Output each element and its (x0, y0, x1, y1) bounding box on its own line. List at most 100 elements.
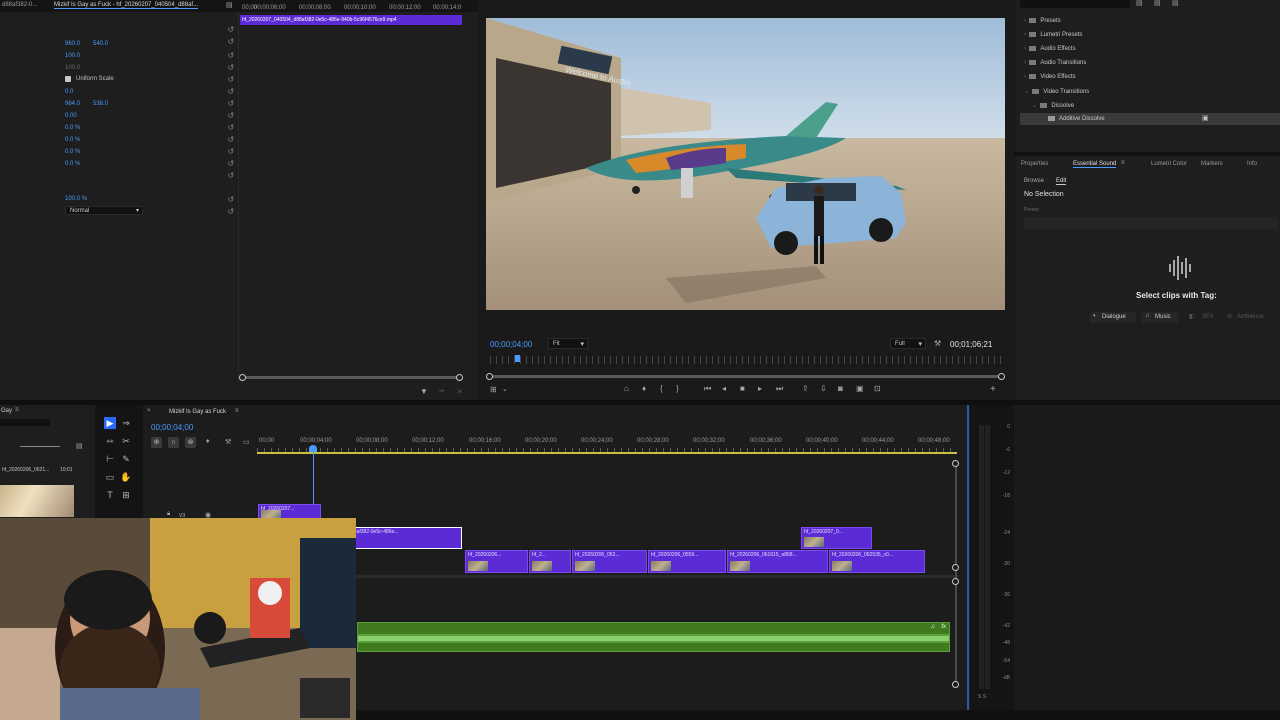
reset-icon[interactable]: ↺ (226, 64, 236, 72)
program-zoom-bar[interactable] (490, 375, 1002, 378)
tag-ambience-button[interactable]: ⊘ Ambience (1224, 312, 1276, 323)
tree-item-additive-dissolve[interactable]: Additive Dissolve ▣ (1020, 113, 1280, 125)
program-video-frame[interactable]: Welcome to Austin (486, 18, 1005, 310)
settings-chevron-icon[interactable]: ⌄ (502, 385, 508, 393)
tab-lumetri-color[interactable]: Lumetri Color (1151, 161, 1187, 167)
scroll-handle-mid2[interactable] (952, 578, 959, 585)
tab-info[interactable]: Info (1247, 161, 1257, 167)
ec-clip-bar[interactable]: hf_20260207_040504_d88af382-0e5c-486e-94… (240, 15, 462, 25)
project-thumbnail[interactable] (0, 485, 74, 517)
timeline-clip[interactable]: hf_20260206_061615_e868... (727, 550, 828, 573)
crop-top-value[interactable]: 0.0 % (65, 137, 80, 143)
scroll-handle-right[interactable] (998, 373, 1005, 380)
tab-source[interactable]: d88af382-0... (2, 2, 37, 8)
anti-flicker-value[interactable]: 0.00 (65, 113, 77, 119)
timeline-timecode[interactable]: 00;00;04;00 (151, 423, 193, 432)
timeline-clip[interactable]: hf_2... (529, 550, 571, 573)
position-y-value[interactable]: 540.0 (93, 41, 108, 47)
type-tool-icon[interactable]: T (104, 489, 116, 501)
anchor-y-value[interactable]: 538.0 (93, 101, 108, 107)
stop-icon[interactable]: ■ (740, 384, 745, 393)
panel-menu-icon[interactable]: ≡ (1121, 160, 1125, 166)
scroll-handle-mid[interactable] (952, 564, 959, 571)
export-frame-icon[interactable]: ⇲ (456, 387, 462, 395)
subtab-browse[interactable]: Browse (1024, 178, 1044, 184)
rectangle-tool-icon[interactable]: ▭ (104, 471, 116, 483)
safe-margins-icon[interactable]: ⊞ (490, 385, 497, 394)
mark-in-icon[interactable]: { (660, 384, 663, 393)
fit-dropdown[interactable]: Fit ▾ (548, 338, 588, 349)
hand-tool-icon[interactable]: ✋ (120, 471, 132, 483)
reset-icon[interactable]: ↺ (226, 100, 236, 108)
slip-tool-icon[interactable]: ⊢ (104, 453, 116, 465)
reset-icon[interactable]: ↺ (226, 208, 236, 216)
vertical-type-tool-icon[interactable]: ⊞ (120, 489, 132, 501)
ec-zoom-scrollbar[interactable] (242, 376, 460, 379)
audio-clip[interactable]: ♫ fx (357, 622, 950, 652)
scroll-handle-left[interactable] (239, 374, 246, 381)
linked-selection-icon[interactable]: ⊗ (185, 437, 196, 448)
timeline-clip[interactable]: hf_20260206... (465, 550, 528, 573)
tab-properties[interactable]: Properties (1021, 161, 1048, 167)
tag-dialogue-button[interactable]: ◐ Dialogue (1090, 312, 1136, 323)
uniform-scale-checkbox[interactable] (65, 76, 71, 82)
compare-icon[interactable]: ▣ (856, 384, 864, 393)
reset-icon[interactable]: ↺ (226, 88, 236, 96)
extract-icon[interactable]: ⇩ (820, 384, 827, 393)
selection-tool-icon[interactable]: ▶ (104, 417, 116, 429)
razor-tool-icon[interactable]: ✂ (120, 435, 132, 447)
anchor-x-value[interactable]: 964.0 (65, 101, 80, 107)
program-playhead[interactable] (515, 355, 520, 362)
lift-icon[interactable]: ⇪ (802, 384, 809, 393)
program-timecode[interactable]: 00;00;04;00 (490, 340, 532, 349)
timeline-ruler[interactable]: 00;00 00;00;04;00 00;00;08;00 00;00;12;0… (257, 438, 957, 456)
proxy-icon[interactable]: ⊡ (874, 384, 881, 393)
timeline-clip[interactable]: hf_20260206_062535_c0... (829, 550, 925, 573)
reset-icon[interactable]: ↺ (226, 38, 236, 46)
wrench-icon[interactable]: ⚒ (934, 339, 941, 348)
playhead-handle[interactable] (309, 445, 317, 452)
tree-item-audio-transitions[interactable]: › Audio Transitions (1024, 60, 1086, 66)
tree-item-audio-effects[interactable]: › Audio Effects (1024, 46, 1076, 52)
scroll-handle-bottom[interactable] (952, 681, 959, 688)
panel-menu-icon[interactable]: ▤ (226, 1, 233, 9)
reset-icon[interactable]: ↺ (226, 148, 236, 156)
scroll-handle-top[interactable] (952, 460, 959, 467)
go-to-out-icon[interactable]: ⏭ (776, 384, 783, 394)
timeline-clip[interactable]: hf_20260206_0559... (648, 550, 726, 573)
tag-sfx-button[interactable]: ◧ SFX (1186, 312, 1216, 323)
go-to-in-icon[interactable]: ⏮ (704, 384, 711, 394)
pen-tool-icon[interactable]: ✎ (120, 453, 132, 465)
reset-icon[interactable]: ↺ (226, 160, 236, 168)
position-x-value[interactable]: 960.0 (65, 41, 80, 47)
marker-icon[interactable]: ♦ (642, 384, 646, 393)
close-icon[interactable]: × (147, 408, 151, 414)
reset-icon[interactable]: ↺ (226, 76, 236, 84)
project-tab-title[interactable]: Gay (1, 408, 12, 414)
timeline-clip[interactable]: hf_20260206_053... (572, 550, 647, 573)
tab-essential-sound[interactable]: Essential Sound (1073, 161, 1117, 168)
sort-slider[interactable] (20, 446, 60, 447)
reset-icon[interactable]: ↺ (226, 136, 236, 144)
project-file-name[interactable]: hf_20260206_0621... (2, 467, 49, 473)
meter-solo-buttons[interactable]: S S (978, 694, 986, 700)
tab-markers[interactable]: Markers (1201, 161, 1223, 167)
timeline-clip[interactable]: hf_20260207_0... (801, 527, 872, 549)
reset-icon[interactable]: ↺ (226, 172, 236, 180)
timeline-vertical-scrollbar[interactable] (955, 463, 957, 685)
effects-search-field[interactable] (1020, 0, 1130, 8)
tree-item-dissolve[interactable]: ⌄ Dissolve (1032, 102, 1074, 109)
tree-item-presets[interactable]: › Presets (1024, 18, 1061, 24)
new-bin-icon[interactable]: ▤ (76, 442, 83, 450)
add-marker-icon[interactable]: ♦ (206, 438, 210, 445)
accelerated-effects-icon[interactable]: ▤ (1136, 0, 1143, 7)
nest-toggle-icon[interactable]: ⊕ (151, 437, 162, 448)
panel-menu-icon[interactable]: ≡ (15, 407, 19, 413)
filter-icon[interactable]: ▼ (420, 387, 428, 396)
sequence-tab[interactable]: Mizkif Is Gay as Fuck (169, 409, 226, 415)
step-forward-icon[interactable]: ▸ (758, 384, 762, 393)
scale-value[interactable]: 100.0 (65, 53, 80, 59)
lock-icon[interactable]: 🔒︎ (167, 511, 170, 518)
subtab-edit[interactable]: Edit (1056, 178, 1067, 185)
tree-item-video-effects[interactable]: › Video Effects (1024, 74, 1075, 80)
